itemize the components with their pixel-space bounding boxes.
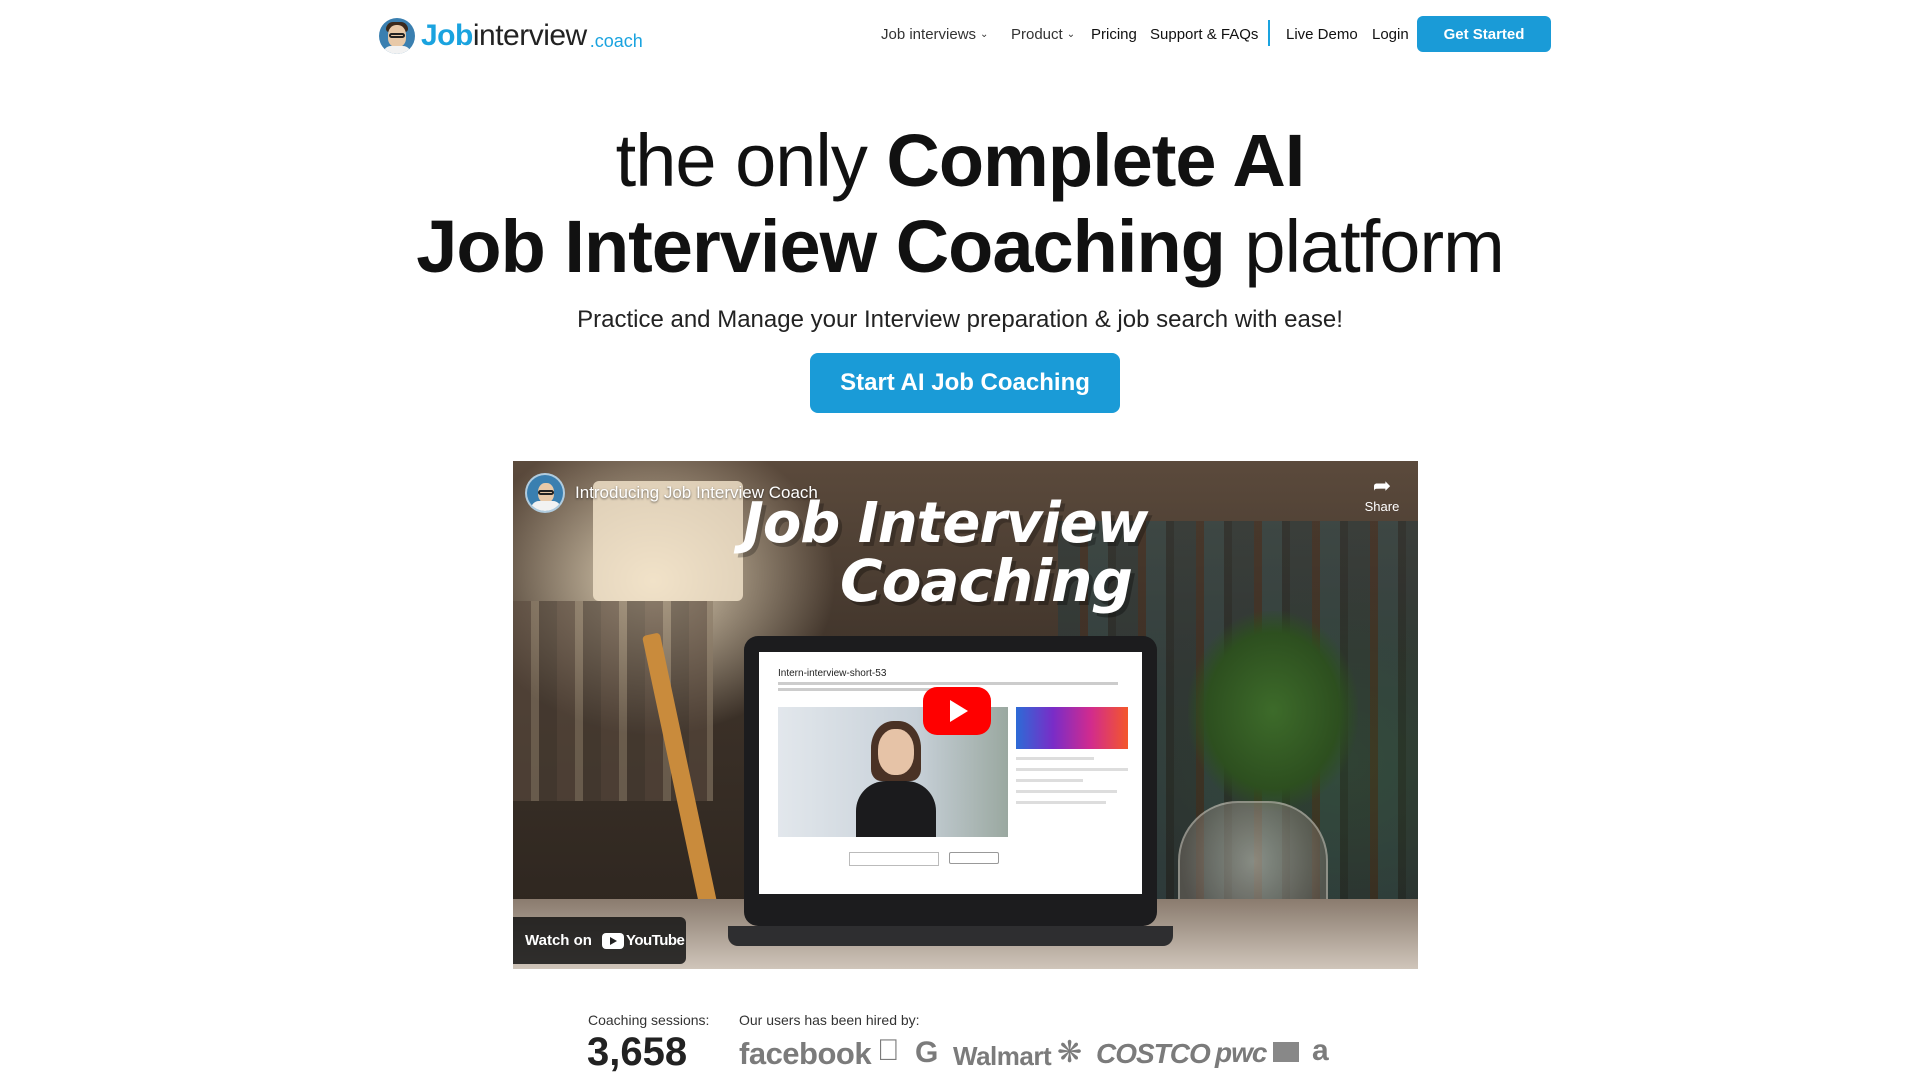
audio-chart [1016, 707, 1128, 749]
hired-by-label: Our users has been hired by: [739, 1012, 920, 1028]
brand-avatar-icon [379, 18, 415, 54]
screen-title: Intern-interview-short-53 [778, 668, 887, 679]
walmart-logo: Walmart [953, 1041, 1052, 1071]
hero-title-line2: Job Interview Coaching platform [0, 204, 1920, 289]
channel-avatar-icon[interactable] [525, 473, 565, 513]
nav-item-product[interactable]: Product ⌄ [1011, 22, 1075, 46]
apple-logo-icon:  [877, 1034, 900, 1068]
video-overlay-title-2: Coaching [840, 547, 1133, 615]
brand-name-interview: interview [472, 19, 587, 52]
chevron-down-icon: ⌄ [1066, 28, 1076, 40]
nav-label: Job interviews [881, 25, 977, 43]
chevron-down-icon: ⌄ [980, 28, 989, 40]
costco-logo: COSTCO [1096, 1038, 1211, 1069]
laptop: Intern-interview-short-53 [728, 636, 1173, 946]
laptop-base [728, 926, 1173, 946]
nav-item-pricing[interactable]: Pricing [1091, 22, 1137, 46]
video-title[interactable]: Introducing Job Interview Coach [575, 483, 818, 503]
screen-side-text [1016, 757, 1128, 837]
youtube-logo-icon: YouTube [601, 932, 685, 949]
play-icon [950, 700, 968, 722]
nav-item-job-interviews[interactable]: Job interviews ⌄ [881, 22, 988, 46]
hero-subtitle: Practice and Manage your Interview prepa… [577, 306, 1343, 333]
youtube-play-button[interactable] [923, 687, 991, 735]
nav-divider [1268, 20, 1270, 46]
nav-item-login[interactable]: Login [1372, 22, 1409, 46]
pwc-logo: pwc [1215, 1037, 1267, 1068]
hero-title-bold: Job Interview Coaching [416, 205, 1226, 288]
brand-name-coach: .coach [589, 30, 643, 51]
screen-control [949, 852, 999, 864]
brand-logo[interactable]: Job interview .coach [379, 16, 643, 56]
share-label: Share [1364, 499, 1400, 514]
start-coaching-button[interactable]: Start AI Job Coaching [810, 353, 1120, 413]
facebook-logo: facebook [739, 1036, 872, 1071]
hero-title-light: the only [615, 119, 887, 202]
pwc-mark-icon [1273, 1042, 1299, 1062]
watch-on-youtube-button[interactable]: Watch on YouTube [513, 917, 686, 964]
share-button[interactable]: ➦ Share [1360, 473, 1404, 523]
nav-label: Product [1011, 25, 1063, 43]
nav-item-live-demo[interactable]: Live Demo [1286, 22, 1358, 46]
hero-title-light: platform [1224, 205, 1504, 288]
get-started-button[interactable]: Get Started [1417, 16, 1551, 52]
video-embed[interactable]: Intern-interview-short-53 Job Interview … [513, 461, 1418, 969]
brand-name-job: Job [421, 19, 473, 52]
screen-control [849, 852, 939, 866]
share-arrow-icon: ➦ [1372, 473, 1392, 498]
youtube-wordmark: YouTube [625, 932, 685, 949]
walmart-spark-icon: ❋ [1057, 1036, 1083, 1069]
sessions-count: 3,658 [587, 1030, 688, 1074]
watch-on-label: Watch on [525, 932, 592, 949]
hero-title-bold: Complete AI [886, 119, 1305, 202]
screen-text-line [778, 682, 1118, 685]
nav-item-support[interactable]: Support & FAQs [1150, 22, 1258, 46]
plant [1188, 611, 1358, 811]
site-header: Job interview .coach Job interviews ⌄ Pr… [0, 0, 1920, 70]
google-logo-icon: G [915, 1036, 939, 1069]
sessions-label: Coaching sessions: [588, 1012, 710, 1028]
amazon-logo: a [1312, 1034, 1329, 1067]
hero-title-line1: the only Complete AI [0, 118, 1920, 203]
